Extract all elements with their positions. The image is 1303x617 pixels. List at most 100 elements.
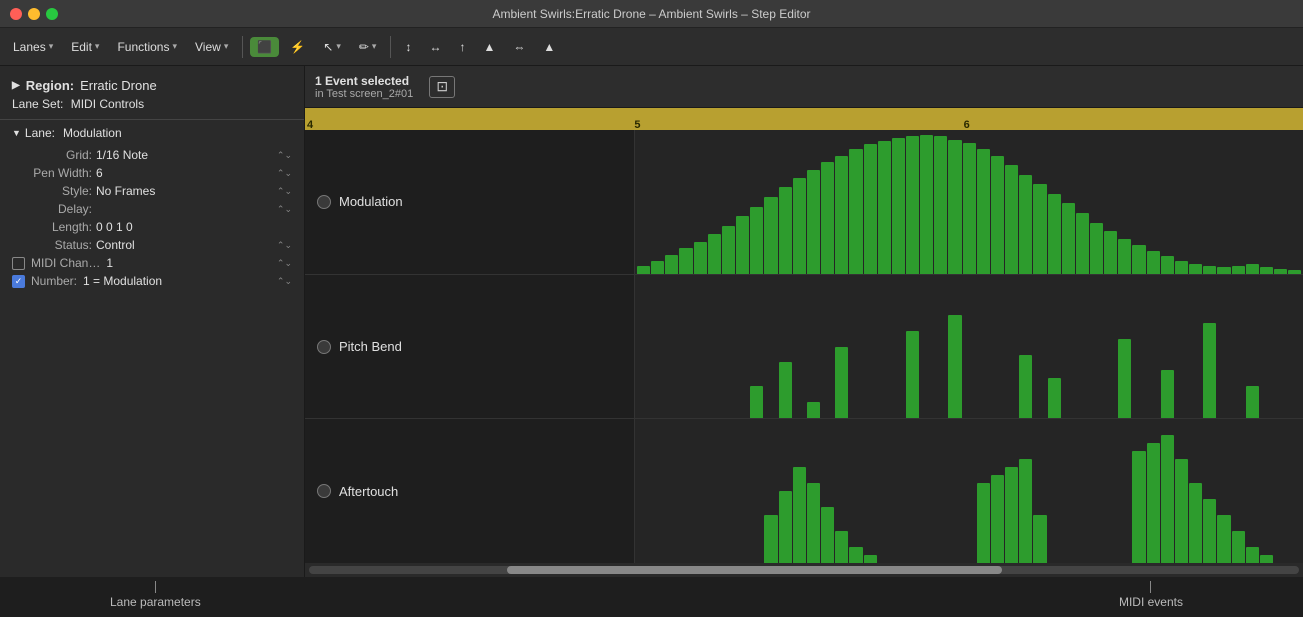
cursor-button[interactable]: ↖ ▾ xyxy=(316,37,348,57)
bar xyxy=(764,197,777,274)
bar xyxy=(750,386,763,418)
grid-value: 1/16 Note xyxy=(96,148,273,162)
lane-label-pitch-bend: Pitch Bend xyxy=(305,275,634,420)
scrollbar-thumb[interactable] xyxy=(507,566,1002,574)
paint-mode-button[interactable]: ⬛ xyxy=(250,37,279,57)
number-stepper[interactable]: ⌃⌄ xyxy=(277,276,292,287)
bar xyxy=(1189,264,1202,274)
bar xyxy=(906,136,919,273)
midi-chan-row: MIDI Chan… 1 ⌃⌄ xyxy=(0,254,304,272)
bar xyxy=(864,555,877,563)
modulation-radio[interactable] xyxy=(317,195,331,209)
pitch-bend-lane xyxy=(635,275,1303,420)
triangle2-icon-btn[interactable]: ▲ xyxy=(536,37,562,57)
bar xyxy=(779,362,792,418)
bar xyxy=(1132,245,1145,274)
bar xyxy=(1161,370,1174,418)
midi-chan-checkbox[interactable] xyxy=(12,257,25,270)
edit-menu[interactable]: Edit ▾ xyxy=(64,37,106,57)
delay-stepper[interactable]: ⌃⌄ xyxy=(277,204,292,215)
envelope-button[interactable]: ⊡ xyxy=(429,76,455,98)
aftertouch-bars xyxy=(635,419,1303,563)
pencil-button[interactable]: ✏ ▾ xyxy=(352,37,384,57)
window-controls[interactable] xyxy=(10,8,58,20)
bar xyxy=(991,475,1004,563)
bar xyxy=(878,141,891,273)
minimize-button[interactable] xyxy=(28,8,40,20)
resize-vertical-icon: ↕ xyxy=(405,40,411,54)
event-subtitle: in Test screen_2#01 xyxy=(315,88,413,100)
nudge-up-button[interactable]: ↑ xyxy=(452,37,472,57)
bar xyxy=(1246,547,1259,563)
bar xyxy=(679,248,692,274)
bar xyxy=(963,143,976,274)
length-row: Length: 0 0 1 0 xyxy=(0,218,304,236)
right-panel: 1 Event selected in Test screen_2#01 ⊡ 4… xyxy=(305,66,1303,577)
region-label-text: Region: xyxy=(26,78,74,93)
lane-params-label: Lane parameters xyxy=(110,593,201,609)
number-row: ✓ Number: 1 = Modulation ⌃⌄ xyxy=(0,272,304,290)
modulation-label: Modulation xyxy=(339,194,403,209)
style-value: No Frames xyxy=(96,184,273,198)
view-chevron-icon: ▾ xyxy=(224,41,229,52)
midi-events-vline xyxy=(1150,581,1151,593)
triangle-icon-btn[interactable]: ▲ xyxy=(476,37,502,57)
pitch-bend-bars xyxy=(635,275,1303,419)
status-stepper[interactable]: ⌃⌄ xyxy=(277,240,292,251)
bar xyxy=(849,547,862,563)
separator-1 xyxy=(242,36,243,58)
midi-chan-stepper[interactable]: ⌃⌄ xyxy=(277,258,292,269)
close-button[interactable] xyxy=(10,8,22,20)
bar xyxy=(948,140,961,274)
snap-button[interactable]: ⚡ xyxy=(283,37,312,57)
bar xyxy=(821,507,834,563)
lane-labels: Modulation Pitch Bend Aftertouch xyxy=(305,130,635,563)
lane-name: Modulation xyxy=(63,126,122,140)
bar xyxy=(849,149,862,274)
status-label: Status: xyxy=(12,238,92,252)
pitch-bend-label: Pitch Bend xyxy=(339,339,402,354)
lanes-menu[interactable]: Lanes ▾ xyxy=(6,37,60,57)
maximize-button[interactable] xyxy=(46,8,58,20)
pencil-chevron-icon: ▾ xyxy=(372,41,377,52)
region-name: Erratic Drone xyxy=(80,78,157,93)
bar xyxy=(1175,261,1188,274)
pitch-bend-radio[interactable] xyxy=(317,340,331,354)
lane-label-text: Lane: xyxy=(25,126,55,140)
pen-width-stepper[interactable]: ⌃⌄ xyxy=(277,168,292,179)
status-row: Status: Control ⌃⌄ xyxy=(0,236,304,254)
bar xyxy=(807,483,820,563)
number-checkbox[interactable]: ✓ xyxy=(12,275,25,288)
bar xyxy=(793,467,806,563)
scrollbar-track[interactable] xyxy=(309,566,1299,574)
timeline-header[interactable]: 4 5 6 xyxy=(305,108,1303,130)
functions-menu[interactable]: Functions ▾ xyxy=(110,37,184,57)
window-title: Ambient Swirls:Erratic Drone – Ambient S… xyxy=(492,7,810,21)
bar xyxy=(1189,483,1202,563)
pen-width-row: Pen Width: 6 ⌃⌄ xyxy=(0,164,304,182)
edit-chevron-icon: ▾ xyxy=(95,41,100,52)
view-menu[interactable]: View ▾ xyxy=(188,37,235,57)
style-row: Style: No Frames ⌃⌄ xyxy=(0,182,304,200)
number-label: Number: xyxy=(31,274,77,288)
bar xyxy=(665,255,678,274)
bar xyxy=(736,216,749,273)
grid-stepper[interactable]: ⌃⌄ xyxy=(277,150,292,161)
midi-chan-value: 1 xyxy=(106,256,271,270)
bar xyxy=(651,261,664,274)
envelope-icon: ⊡ xyxy=(436,78,448,95)
resize-horizontal-button[interactable]: ↔ xyxy=(422,37,448,57)
grid-label: Grid: xyxy=(12,148,92,162)
bar xyxy=(1033,515,1046,563)
bar xyxy=(835,531,848,563)
bar xyxy=(1090,223,1103,274)
bar xyxy=(1147,443,1160,563)
region-row: ▶ Region: Erratic Drone xyxy=(0,74,304,95)
cursor-icon: ↖ xyxy=(323,40,333,54)
resize-vertical-button[interactable]: ↕ xyxy=(398,37,418,57)
expand-icon-btn[interactable]: ⇔ xyxy=(506,37,532,57)
aftertouch-radio[interactable] xyxy=(317,484,331,498)
title-bar: Ambient Swirls:Erratic Drone – Ambient S… xyxy=(0,0,1303,28)
style-stepper[interactable]: ⌃⌄ xyxy=(277,186,292,197)
paint-icon: ⬛ xyxy=(257,40,272,54)
